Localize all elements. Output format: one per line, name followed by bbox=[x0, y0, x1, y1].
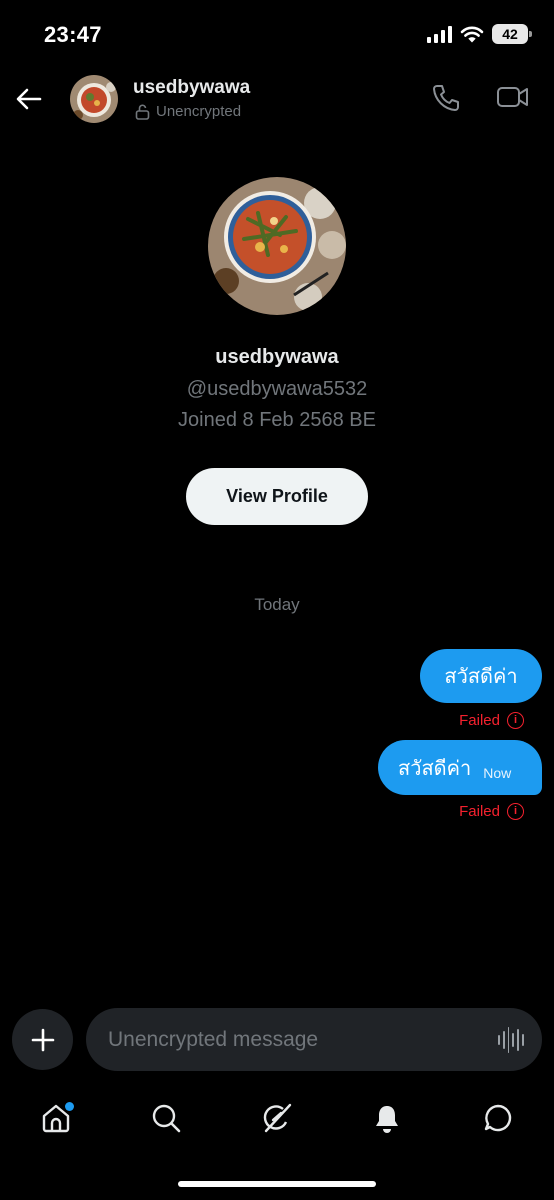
status-icons: 42 bbox=[427, 24, 532, 44]
date-separator: Today bbox=[254, 595, 300, 614]
profile-avatar[interactable] bbox=[208, 177, 346, 315]
nav-grok[interactable] bbox=[257, 1098, 297, 1138]
message-bubble[interactable]: สวัสดีค่า bbox=[420, 649, 542, 703]
food-photo-icon bbox=[208, 177, 346, 315]
nav-home[interactable] bbox=[36, 1098, 76, 1138]
back-button[interactable] bbox=[14, 84, 44, 114]
grok-icon bbox=[263, 1103, 292, 1133]
battery-icon: 42 bbox=[492, 24, 532, 44]
message-composer bbox=[86, 1008, 542, 1071]
bell-icon bbox=[376, 1106, 398, 1133]
phone-icon bbox=[433, 85, 459, 111]
plus-icon bbox=[31, 1028, 54, 1051]
message-failed-status[interactable]: Failed i bbox=[459, 712, 524, 729]
conversation-header: usedbywawa Unencrypted bbox=[0, 70, 554, 130]
nav-messages[interactable] bbox=[478, 1098, 518, 1138]
status-bar: 23:47 42 bbox=[0, 0, 554, 70]
message-text: สวัสดีค่า bbox=[398, 755, 472, 780]
food-photo-icon bbox=[70, 75, 118, 123]
failed-label: Failed bbox=[459, 803, 500, 820]
message-failed-status[interactable]: Failed i bbox=[459, 803, 524, 820]
info-icon: i bbox=[507, 803, 524, 820]
message-input[interactable] bbox=[108, 1008, 488, 1071]
add-attachment-button[interactable] bbox=[12, 1009, 73, 1070]
arrow-left-icon bbox=[16, 88, 42, 110]
profile-handle: @usedbywawa5532 bbox=[186, 378, 368, 400]
search-icon bbox=[152, 1104, 181, 1133]
info-icon: i bbox=[507, 712, 524, 729]
video-call-button[interactable] bbox=[496, 82, 532, 114]
wifi-icon bbox=[460, 26, 484, 43]
battery-level: 42 bbox=[502, 26, 518, 42]
encryption-status: Unencrypted bbox=[135, 103, 241, 120]
home-indicator bbox=[178, 1181, 376, 1187]
video-camera-icon bbox=[497, 87, 528, 107]
chat-bubble-icon bbox=[484, 1104, 512, 1132]
status-time: 23:47 bbox=[44, 22, 102, 47]
failed-label: Failed bbox=[459, 712, 500, 729]
header-avatar[interactable] bbox=[70, 75, 118, 123]
encryption-label: Unencrypted bbox=[156, 103, 242, 120]
voice-message-button[interactable] bbox=[498, 1026, 524, 1054]
profile-joined-date: Joined 8 Feb 2568 BE bbox=[178, 409, 376, 431]
profile-name: usedbywawa bbox=[215, 346, 339, 368]
nav-notifications[interactable] bbox=[367, 1098, 407, 1138]
call-button[interactable] bbox=[430, 82, 462, 114]
unlock-icon bbox=[135, 103, 150, 120]
message-text: สวัสดีค่า bbox=[444, 664, 518, 688]
signal-icon bbox=[427, 25, 452, 43]
message-time: Now bbox=[483, 764, 512, 781]
message-bubble[interactable]: สวัสดีค่า Now bbox=[378, 740, 542, 795]
view-profile-button[interactable]: View Profile bbox=[186, 468, 368, 525]
bottom-navigation bbox=[0, 1088, 554, 1148]
nav-search[interactable] bbox=[146, 1098, 186, 1138]
notification-dot bbox=[65, 1102, 74, 1111]
header-username[interactable]: usedbywawa bbox=[133, 77, 250, 99]
